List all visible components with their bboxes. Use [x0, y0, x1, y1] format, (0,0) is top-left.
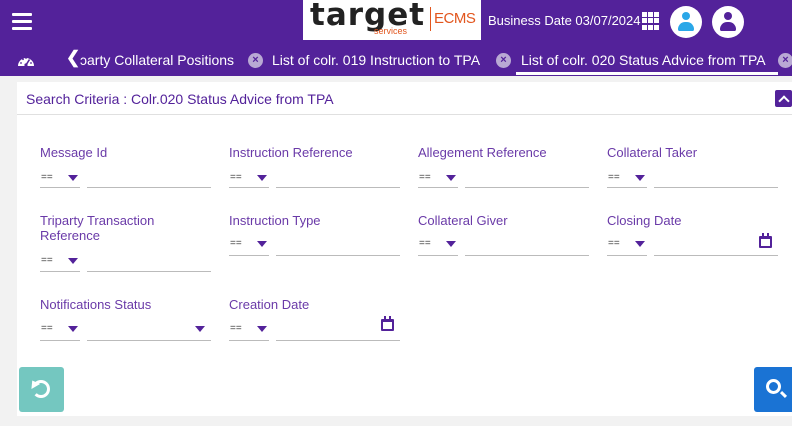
- apps-grid-icon[interactable]: [642, 12, 660, 30]
- operator-select[interactable]: ==: [41, 172, 53, 183]
- business-date: Business Date 03/07/2024: [488, 13, 641, 28]
- dashboard-icon[interactable]: [17, 52, 35, 69]
- collapse-button[interactable]: [775, 90, 792, 107]
- allegement-reference-input[interactable]: [465, 187, 589, 188]
- close-icon[interactable]: ×: [248, 53, 263, 68]
- panel-title: Search Criteria : Colr.020 Status Advice…: [26, 91, 334, 107]
- notifications-status-select[interactable]: [87, 340, 211, 341]
- user-icon[interactable]: [670, 6, 702, 38]
- operator-select[interactable]: ==: [41, 323, 53, 334]
- instruction-reference-input[interactable]: [276, 187, 400, 188]
- creation-date-input[interactable]: [276, 340, 400, 341]
- reset-icon: [32, 380, 50, 398]
- label-message-id: Message Id: [40, 145, 108, 160]
- tab-party-collateral-positions[interactable]: ɔarty Collateral Positions: [80, 52, 234, 68]
- instruction-type-input[interactable]: [276, 255, 400, 256]
- operator-select[interactable]: ==: [230, 172, 242, 183]
- collateral-taker-input[interactable]: [654, 187, 778, 188]
- operator-underline: [418, 187, 458, 188]
- chevron-down-icon[interactable]: [257, 326, 267, 332]
- logo-separator: [430, 7, 431, 31]
- triparty-transaction-reference-input[interactable]: [87, 271, 211, 272]
- chevron-down-icon[interactable]: [257, 175, 267, 181]
- operator-underline: [229, 340, 269, 341]
- close-icon[interactable]: ×: [496, 53, 511, 68]
- chevron-down-icon[interactable]: [68, 326, 78, 332]
- tab-colr-019[interactable]: List of colr. 019 Instruction to TPA: [272, 52, 480, 68]
- tab-colr-020[interactable]: List of colr. 020 Status Advice from TPA: [521, 52, 766, 68]
- user-profile-icon[interactable]: [712, 6, 744, 38]
- logo-subtext: services: [374, 26, 408, 36]
- collateral-giver-input[interactable]: [465, 255, 589, 256]
- label-allegement-reference: Allegement Reference: [418, 145, 547, 160]
- operator-select[interactable]: ==: [230, 238, 242, 249]
- operator-underline: [40, 271, 80, 272]
- search-icon: [766, 379, 781, 394]
- label-creation-date: Creation Date: [229, 297, 310, 312]
- operator-select[interactable]: ==: [608, 172, 620, 183]
- search-button[interactable]: [754, 367, 792, 412]
- chevron-down-icon[interactable]: [446, 241, 456, 247]
- operator-underline: [607, 255, 647, 256]
- label-collateral-giver: Collateral Giver: [418, 213, 508, 228]
- operator-underline: [418, 255, 458, 256]
- chevron-down-icon[interactable]: [68, 175, 78, 181]
- logo-product: ECMS: [434, 10, 476, 27]
- chevron-down-icon[interactable]: [446, 175, 456, 181]
- close-icon[interactable]: ×: [778, 53, 792, 68]
- operator-underline: [229, 187, 269, 188]
- chevron-down-icon[interactable]: [68, 258, 78, 264]
- operator-select[interactable]: ==: [419, 172, 431, 183]
- label-collateral-taker: Collateral Taker: [607, 145, 698, 160]
- chevron-down-icon[interactable]: [257, 241, 267, 247]
- chevron-down-icon[interactable]: [635, 241, 645, 247]
- chevron-down-icon[interactable]: [635, 175, 645, 181]
- label-instruction-reference: Instruction Reference: [229, 145, 353, 160]
- tab-bar: ❮ ɔarty Collateral Positions × List of c…: [0, 44, 792, 76]
- label-instruction-type: Instruction Type: [229, 213, 321, 228]
- label-notifications-status: Notifications Status: [40, 297, 152, 312]
- active-tab-indicator: [516, 72, 778, 75]
- chevron-down-icon[interactable]: [195, 326, 205, 332]
- calendar-icon[interactable]: [759, 233, 772, 248]
- operator-underline: [40, 340, 80, 341]
- top-bar: target services ECMS Business Date 03/07…: [0, 0, 792, 44]
- calendar-icon[interactable]: [381, 316, 394, 331]
- logo-text: target: [310, 0, 426, 33]
- operator-select[interactable]: ==: [608, 238, 620, 249]
- tab-scroll-left-icon[interactable]: ❮: [66, 48, 80, 68]
- operator-underline: [229, 255, 269, 256]
- operator-select[interactable]: ==: [419, 238, 431, 249]
- operator-underline: [607, 187, 647, 188]
- operator-underline: [40, 187, 80, 188]
- operator-select[interactable]: ==: [41, 255, 53, 266]
- label-closing-date: Closing Date: [607, 213, 682, 228]
- reset-button[interactable]: [19, 367, 64, 412]
- message-id-input[interactable]: [87, 187, 211, 188]
- label-triparty-transaction-reference: Triparty Transaction Reference: [40, 213, 155, 243]
- panel-header: Search Criteria : Colr.020 Status Advice…: [17, 82, 792, 115]
- target-logo: target services ECMS: [303, 0, 481, 40]
- closing-date-input[interactable]: [654, 255, 778, 256]
- search-criteria-panel: Search Criteria : Colr.020 Status Advice…: [17, 82, 792, 416]
- menu-icon[interactable]: [12, 13, 32, 31]
- operator-select[interactable]: ==: [230, 323, 242, 334]
